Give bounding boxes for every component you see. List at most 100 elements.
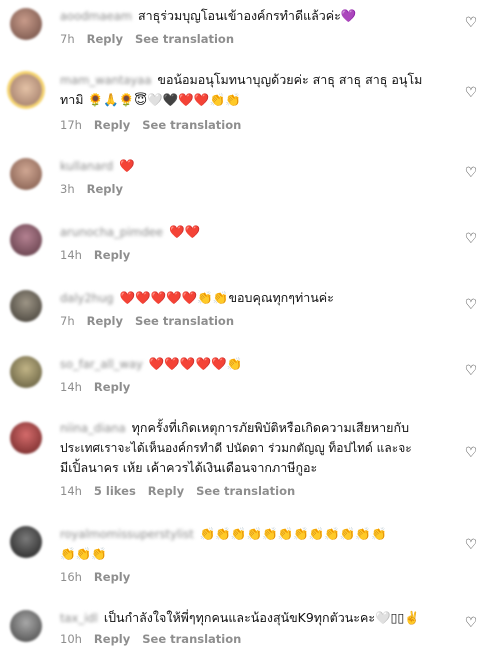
comment-username[interactable]: arunocha_pimdee bbox=[60, 222, 163, 242]
avatar[interactable] bbox=[10, 526, 42, 558]
comment-username[interactable]: kullanard bbox=[60, 156, 113, 176]
reply-button[interactable]: Reply bbox=[87, 314, 123, 328]
comment-text: เป็นกำลังใจให้พี่ๆทุกคนและน้องสุนัขK9ทุก… bbox=[103, 610, 420, 625]
comment-item: aoodmaeam สาธุร่วมบุญโอนเข้าองค์กรทำดีแล้… bbox=[0, 6, 488, 56]
comment-body: so_far_all_way ❤️❤️❤️❤️❤️👏 14h Reply bbox=[60, 354, 452, 394]
avatar[interactable] bbox=[10, 610, 42, 642]
comment-line: มีเปิ้ลนาคร เห้ย เค้าควรได้เงินเดือนจากภ… bbox=[60, 458, 452, 478]
comment-meta: 10h Reply See translation bbox=[60, 632, 253, 646]
comment-time: 17h bbox=[60, 118, 82, 132]
comment-text: มีเปิ้ลนาคร เห้ย เค้าควรได้เงินเดือนจากภ… bbox=[60, 460, 318, 475]
heart-outline-icon[interactable]: ♡ bbox=[464, 446, 478, 460]
comment-time: 3h bbox=[60, 182, 75, 196]
comment-text: ❤️❤️❤️❤️❤️👏👏ขอบคุณทุกๆท่านค่ะ bbox=[119, 290, 334, 305]
comment-line: so_far_all_way ❤️❤️❤️❤️❤️👏 bbox=[60, 354, 452, 374]
avatar[interactable] bbox=[10, 158, 42, 190]
comment-time: 10h bbox=[60, 632, 82, 646]
comment-username[interactable]: mam_wantayaa bbox=[60, 70, 151, 90]
comment-text: ทุกครั้งที่เกิดเหตุการภัยพิบัติหรือเกิดค… bbox=[131, 420, 409, 435]
comment-time: 14h bbox=[60, 380, 82, 394]
comment-time: 16h bbox=[60, 570, 82, 584]
comment-item: so_far_all_way ❤️❤️❤️❤️❤️👏 14h Reply ♡ bbox=[0, 354, 488, 398]
reply-button[interactable]: Reply bbox=[94, 248, 130, 262]
comment-item: tax_idl เป็นกำลังใจให้พี่ๆทุกคนและน้องสุน… bbox=[0, 608, 488, 646]
comment-text: 👏👏👏 bbox=[60, 546, 107, 561]
comment-username[interactable]: tax_idl bbox=[60, 608, 98, 628]
heart-outline-icon[interactable]: ♡ bbox=[464, 616, 478, 630]
comment-line: aoodmaeam สาธุร่วมบุญโอนเข้าองค์กรทำดีแล้… bbox=[60, 6, 452, 26]
comment-username[interactable]: so_far_all_way bbox=[60, 354, 143, 374]
heart-outline-icon[interactable]: ♡ bbox=[464, 364, 478, 378]
reply-button[interactable]: Reply bbox=[87, 32, 123, 46]
comment-text: ❤️❤️❤️❤️❤️👏 bbox=[148, 356, 243, 371]
likes-count[interactable]: 5 likes bbox=[94, 484, 136, 498]
comment-time: 14h bbox=[60, 248, 82, 262]
comment-username[interactable]: aoodmaeam bbox=[60, 6, 132, 26]
reply-button[interactable]: Reply bbox=[94, 632, 130, 646]
comment-item: royalmomissuperstylist 👏👏👏👏👏👏👏👏👏👏👏👏 👏👏👏 1… bbox=[0, 524, 488, 588]
comment-line: 👏👏👏 bbox=[60, 544, 452, 564]
see-translation-button[interactable]: See translation bbox=[142, 118, 241, 132]
comment-item: mam_wantayaa ขอน้อมอนุโมทนาบุญด้วยค่ะ สาธ… bbox=[0, 70, 488, 134]
comment-username[interactable]: niina_diana bbox=[60, 418, 126, 438]
comment-meta: 3h Reply bbox=[60, 182, 135, 196]
see-translation-button[interactable]: See translation bbox=[135, 32, 234, 46]
avatar[interactable] bbox=[10, 290, 42, 322]
comment-line: kullanard ❤️ bbox=[60, 156, 452, 176]
comment-meta: 16h Reply bbox=[60, 570, 142, 584]
avatar[interactable] bbox=[10, 74, 42, 106]
comment-text: 👏👏👏👏👏👏👏👏👏👏👏👏 bbox=[199, 526, 387, 541]
comment-line: royalmomissuperstylist 👏👏👏👏👏👏👏👏👏👏👏👏 bbox=[60, 524, 452, 544]
comment-text: ประเทศเราจะได้เห็นองค์กรทำดี ปนัดดา ร่วม… bbox=[60, 441, 412, 455]
avatar[interactable] bbox=[10, 422, 42, 454]
comment-meta: 7h Reply See translation bbox=[60, 314, 246, 328]
comment-line: daly2hug ❤️❤️❤️❤️❤️👏👏ขอบคุณทุกๆท่านค่ะ bbox=[60, 288, 452, 308]
avatar[interactable] bbox=[10, 224, 42, 256]
reply-button[interactable]: Reply bbox=[94, 570, 130, 584]
comment-username[interactable]: daly2hug bbox=[60, 288, 114, 308]
avatar[interactable] bbox=[10, 8, 42, 40]
see-translation-button[interactable]: See translation bbox=[142, 632, 241, 646]
reply-button[interactable]: Reply bbox=[148, 484, 184, 498]
comment-text: สาธุร่วมบุญโอนเข้าองค์กรทำดีแล้วค่ะ💜 bbox=[138, 8, 357, 23]
comment-body: mam_wantayaa ขอน้อมอนุโมทนาบุญด้วยค่ะ สาธ… bbox=[60, 70, 452, 132]
comment-body: royalmomissuperstylist 👏👏👏👏👏👏👏👏👏👏👏👏 👏👏👏 1… bbox=[60, 524, 452, 584]
comment-meta: 17h Reply See translation bbox=[60, 118, 253, 132]
comment-body: niina_diana ทุกครั้งที่เกิดเหตุการภัยพิบั… bbox=[60, 418, 452, 498]
comment-body: kullanard ❤️ 3h Reply bbox=[60, 156, 452, 196]
heart-outline-icon[interactable]: ♡ bbox=[464, 166, 478, 180]
comment-text: ทามิ 🌻🙏🌻😇🤍🖤❤️❤️👏👏 bbox=[60, 92, 241, 107]
comment-item: daly2hug ❤️❤️❤️❤️❤️👏👏ขอบคุณทุกๆท่านค่ะ 7h… bbox=[0, 288, 488, 332]
comment-item: niina_diana ทุกครั้งที่เกิดเหตุการภัยพิบั… bbox=[0, 418, 488, 502]
comment-line: ทามิ 🌻🙏🌻😇🤍🖤❤️❤️👏👏 bbox=[60, 90, 452, 110]
comment-body: arunocha_pimdee ❤️❤️ 14h Reply bbox=[60, 222, 452, 262]
heart-outline-icon[interactable]: ♡ bbox=[464, 298, 478, 312]
comment-line: mam_wantayaa ขอน้อมอนุโมทนาบุญด้วยค่ะ สาธ… bbox=[60, 70, 452, 90]
comment-meta: 7h Reply See translation bbox=[60, 32, 246, 46]
comment-meta: 14h Reply bbox=[60, 248, 142, 262]
see-translation-button[interactable]: See translation bbox=[196, 484, 295, 498]
comment-meta: 14h 5 likes Reply See translation bbox=[60, 484, 307, 498]
comment-text: ❤️❤️ bbox=[168, 224, 201, 239]
reply-button[interactable]: Reply bbox=[94, 118, 130, 132]
reply-button[interactable]: Reply bbox=[87, 182, 123, 196]
comment-username[interactable]: royalmomissuperstylist bbox=[60, 524, 194, 544]
heart-outline-icon[interactable]: ♡ bbox=[464, 86, 478, 100]
comment-text: ขอน้อมอนุโมทนาบุญด้วยค่ะ สาธุ สาธุ สาธุ … bbox=[157, 72, 423, 87]
comment-meta: 14h Reply bbox=[60, 380, 142, 394]
comment-body: daly2hug ❤️❤️❤️❤️❤️👏👏ขอบคุณทุกๆท่านค่ะ 7h… bbox=[60, 288, 452, 328]
heart-outline-icon[interactable]: ♡ bbox=[464, 16, 478, 30]
comment-line: ประเทศเราจะได้เห็นองค์กรทำดี ปนัดดา ร่วม… bbox=[60, 438, 452, 458]
comment-line: niina_diana ทุกครั้งที่เกิดเหตุการภัยพิบั… bbox=[60, 418, 452, 438]
avatar[interactable] bbox=[10, 356, 42, 388]
heart-outline-icon[interactable]: ♡ bbox=[464, 232, 478, 246]
comment-time: 14h bbox=[60, 484, 82, 498]
comment-time: 7h bbox=[60, 32, 75, 46]
see-translation-button[interactable]: See translation bbox=[135, 314, 234, 328]
comment-line: arunocha_pimdee ❤️❤️ bbox=[60, 222, 452, 242]
comment-body: aoodmaeam สาธุร่วมบุญโอนเข้าองค์กรทำดีแล้… bbox=[60, 6, 452, 46]
heart-outline-icon[interactable]: ♡ bbox=[464, 538, 478, 552]
comment-line: tax_idl เป็นกำลังใจให้พี่ๆทุกคนและน้องสุน… bbox=[60, 608, 452, 628]
comment-item: arunocha_pimdee ❤️❤️ 14h Reply ♡ bbox=[0, 222, 488, 266]
reply-button[interactable]: Reply bbox=[94, 380, 130, 394]
